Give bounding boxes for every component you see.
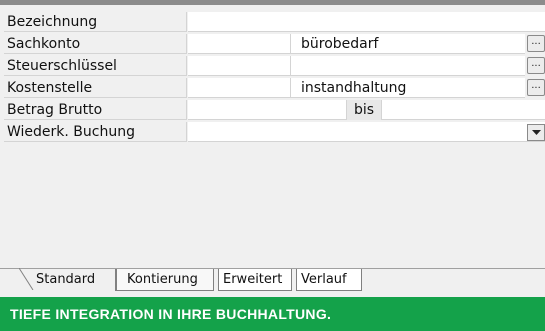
field-label: Kostenstelle [4, 78, 187, 98]
dropdown-button[interactable] [527, 124, 545, 141]
bezeichnung-input[interactable] [188, 12, 545, 32]
betrag-from-input[interactable] [188, 100, 346, 119]
field-value: instandhaltung [301, 80, 407, 96]
tab-label: Standard [36, 272, 96, 287]
booking-form-window: Bezeichnung Sachkonto bürobedarf ... Ste… [0, 0, 545, 303]
betrag-range: bis [188, 100, 545, 120]
tab-standard[interactable]: Standard [19, 268, 116, 291]
field-label: Wiederk. Buchung [4, 122, 187, 142]
row-wiederk-buchung: Wiederk. Buchung [4, 122, 545, 143]
row-kostenstelle: Kostenstelle instandhaltung ... [4, 78, 545, 99]
tab-verlauf[interactable]: Verlauf [296, 269, 362, 291]
tab-label: Verlauf [301, 272, 347, 287]
field-value: bürobedarf [301, 36, 379, 52]
field-label: Steuerschlüssel [4, 56, 187, 76]
betrag-to-input[interactable] [382, 100, 525, 119]
row-bezeichnung: Bezeichnung [4, 12, 545, 33]
sachkonto-code-input[interactable] [188, 34, 291, 54]
steuerschluessel-code-input[interactable] [188, 56, 291, 76]
row-sachkonto: Sachkonto bürobedarf ... [4, 34, 545, 55]
caption-text: TIEFE INTEGRATION IN IHRE BUCHHALTUNG. [10, 306, 332, 322]
steuerschluessel-name-input[interactable] [291, 56, 525, 76]
tab-label: Kontierung [127, 272, 198, 287]
tab-kontierung[interactable]: Kontierung [116, 269, 214, 291]
sachkonto-name-input[interactable]: bürobedarf [291, 34, 525, 54]
tab-label: Erweitert [223, 272, 283, 287]
kostenstelle-browse-button[interactable]: ... [527, 79, 545, 96]
tab-erweitert[interactable]: Erweitert [218, 269, 292, 291]
kostenstelle-name-input[interactable]: instandhaltung [291, 78, 525, 98]
field-label: Bezeichnung [4, 12, 187, 32]
range-separator: bis [346, 100, 382, 120]
field-label: Sachkonto [4, 34, 187, 54]
steuerschluessel-browse-button[interactable]: ... [527, 57, 545, 74]
field-label: Betrag Brutto [4, 100, 187, 120]
sachkonto-browse-button[interactable]: ... [527, 35, 545, 52]
wiederk-buchung-select[interactable] [188, 122, 545, 142]
row-betrag-brutto: Betrag Brutto bis [4, 100, 545, 121]
caption-banner: TIEFE INTEGRATION IN IHRE BUCHHALTUNG. [0, 297, 545, 331]
row-steuerschluessel: Steuerschlüssel ... [4, 56, 545, 77]
kostenstelle-code-input[interactable] [188, 78, 291, 98]
chevron-down-icon [532, 130, 541, 135]
